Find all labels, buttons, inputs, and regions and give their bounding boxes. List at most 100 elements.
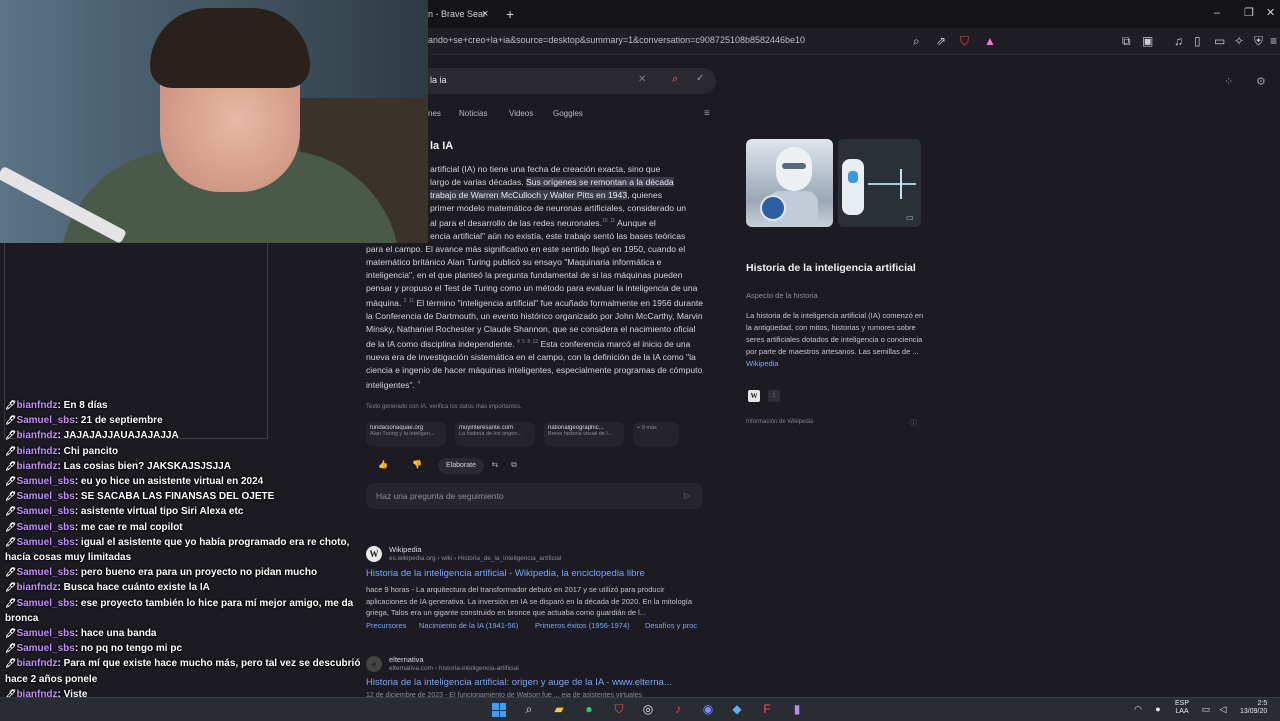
- sitelink[interactable]: Desafíos y proc: [645, 621, 697, 630]
- wikipedia-link[interactable]: Wikipedia: [746, 359, 779, 368]
- screenshot-icon[interactable]: ▣: [1142, 33, 1153, 49]
- chat-username[interactable]: Samuel_sbs: [16, 598, 74, 609]
- chat-username[interactable]: bianfndz: [16, 446, 57, 457]
- extensions-icon[interactable]: ⧉: [1122, 33, 1131, 49]
- source-card[interactable]: muyinteresante.com La historia de los ori…: [455, 422, 535, 446]
- chat-text: Chi pancito: [63, 445, 119, 457]
- sitelink[interactable]: Primeros éxitos (1956-1974): [535, 621, 630, 630]
- tab-news[interactable]: Noticias: [459, 109, 487, 118]
- tab-videos[interactable]: Videos: [509, 109, 533, 118]
- share-icon[interactable]: ⇗: [936, 33, 946, 49]
- brave-rewards-icon[interactable]: ▲: [984, 33, 996, 49]
- chat-username[interactable]: Samuel_sbs: [16, 506, 74, 517]
- chat-message: 🖊bianfndz: Chi pancito: [5, 444, 365, 459]
- chat-username[interactable]: Samuel_sbs: [16, 522, 74, 533]
- tab-close-icon[interactable]: ×: [482, 2, 488, 26]
- minimize-button[interactable]: –: [1214, 4, 1220, 22]
- brave-icon[interactable]: ⛉: [611, 701, 627, 717]
- tiktok-icon[interactable]: ♪: [670, 701, 686, 717]
- chat-username[interactable]: Samuel_sbs: [16, 415, 74, 426]
- chat-username[interactable]: Samuel_sbs: [16, 491, 74, 502]
- chat-text: Las cosias bien? JAKSKAJSJSJJA: [63, 460, 231, 472]
- search-icon[interactable]: ⌕: [521, 701, 537, 717]
- source-card[interactable]: nationalgeographic... Breve historia visu…: [544, 422, 624, 446]
- sidebar-icon[interactable]: ▯: [1194, 33, 1201, 49]
- volume-icon[interactable]: ◁: [1215, 701, 1231, 717]
- result-title-link[interactable]: Historia de la inteligencia artificial -…: [366, 568, 645, 579]
- search-icon[interactable]: ⌕: [672, 73, 678, 86]
- thumbs-up-icon[interactable]: 👍: [372, 460, 394, 472]
- voice-assistant-image[interactable]: ▭: [838, 139, 921, 227]
- discord-icon[interactable]: ◉: [700, 701, 716, 717]
- source-icon[interactable]: ⁞: [768, 390, 780, 402]
- restore-button[interactable]: ❐: [1244, 4, 1254, 22]
- chat-username[interactable]: bianfndz: [16, 400, 57, 411]
- chat-message: 🖊bianfndz: Las cosias bien? JAKSKAJSJSJJ…: [5, 459, 365, 474]
- url-text[interactable]: ando+se+creo+la+ia&source=desktop&summar…: [428, 35, 805, 45]
- chat-badge-icon: 🖊: [5, 582, 17, 593]
- robot-image[interactable]: [746, 139, 833, 227]
- chat-badge-icon: 🖊: [5, 536, 17, 547]
- file-explorer-icon[interactable]: ▰: [551, 701, 567, 717]
- new-tab-button[interactable]: +: [506, 2, 514, 26]
- check-icon[interactable]: ✓: [696, 73, 704, 84]
- gear-icon[interactable]: ⚙: [1256, 75, 1266, 88]
- followup-input[interactable]: Haz una pregunta de seguimiento: [376, 491, 504, 501]
- result-url[interactable]: es.wikipedia.org › wiki › Historia_de_la…: [389, 555, 561, 562]
- chat-username[interactable]: Samuel_sbs: [16, 567, 74, 578]
- source-card[interactable]: fundacionaquae.org Alan Turing y la intel…: [366, 422, 446, 446]
- wifi-icon[interactable]: ◠: [1130, 701, 1146, 717]
- chat-text: no pq no tengo mi pc: [80, 643, 183, 655]
- search-input[interactable]: la ia: [430, 75, 447, 85]
- info-icon[interactable]: ⓘ: [910, 418, 917, 428]
- result-title-link[interactable]: Historia de la inteligencia artificial: …: [366, 677, 672, 688]
- wikipedia-icon[interactable]: W: [748, 390, 760, 402]
- vpn-icon[interactable]: ⛨: [1254, 33, 1263, 49]
- elaborate-button[interactable]: Elaborate: [438, 458, 484, 474]
- wallet-icon[interactable]: ▭: [1214, 33, 1225, 49]
- chat-username[interactable]: bianfndz: [16, 582, 57, 593]
- windows-start-icon[interactable]: [492, 703, 506, 717]
- chat-badge-icon: 🖊: [5, 521, 17, 532]
- sitelink[interactable]: Precursores: [366, 621, 406, 630]
- chat-username[interactable]: Samuel_sbs: [16, 628, 74, 639]
- close-window-button[interactable]: ✕: [1266, 4, 1275, 22]
- chat-username[interactable]: Samuel_sbs: [16, 537, 74, 548]
- filter-icon[interactable]: ≡: [704, 108, 710, 119]
- tab-brave-search[interactable]: n - Brave Sear: [428, 2, 500, 26]
- chat-username[interactable]: bianfndz: [16, 430, 57, 441]
- gallery-icon[interactable]: ▭: [906, 213, 914, 222]
- app-icon[interactable]: ◆: [729, 701, 745, 717]
- chat-username[interactable]: Samuel_sbs: [16, 476, 74, 487]
- clock[interactable]: 2:5 13/09/20: [1240, 700, 1267, 716]
- chat-message: 🖊Samuel_sbs: igual el asistente que yo h…: [5, 535, 365, 565]
- chat-message: 🖊Samuel_sbs: pero bueno era para un proy…: [5, 565, 365, 580]
- apps-grid-icon[interactable]: ⁘: [1224, 75, 1233, 88]
- copy-icon[interactable]: ⧉: [503, 460, 525, 472]
- tf-icon[interactable]: F: [759, 701, 775, 717]
- music-icon[interactable]: ♫: [1174, 33, 1183, 49]
- result-url[interactable]: elternativa.com › historia-inteligencia-…: [389, 665, 519, 672]
- chat-username[interactable]: bianfndz: [16, 461, 57, 472]
- send-icon[interactable]: ▷: [684, 491, 690, 500]
- tab-images[interactable]: nes: [428, 109, 441, 118]
- menu-icon[interactable]: ≡: [1270, 33, 1277, 49]
- thumbs-down-icon[interactable]: 👎: [406, 460, 428, 472]
- clear-search-icon[interactable]: ✕: [638, 74, 646, 85]
- chat-username[interactable]: bianfndz: [16, 658, 57, 669]
- display-icon[interactable]: ▭: [1198, 701, 1214, 717]
- twitch-icon[interactable]: ▮: [789, 701, 805, 717]
- mic-icon[interactable]: ●: [1150, 701, 1166, 717]
- obs-icon[interactable]: ◎: [640, 701, 656, 717]
- zoom-icon[interactable]: ⌕: [913, 33, 920, 49]
- sitelink[interactable]: Nacimiento de la IA (1941-56): [419, 621, 518, 630]
- tab-goggles[interactable]: Goggles: [553, 109, 583, 118]
- leo-ai-icon[interactable]: ✧: [1234, 33, 1244, 49]
- knowledge-panel-title[interactable]: Historia de la inteligencia artificial: [746, 262, 916, 275]
- chat-username[interactable]: Samuel_sbs: [16, 643, 74, 654]
- more-sources-card[interactable]: + 9 más: [633, 422, 679, 446]
- spotify-icon[interactable]: ●: [581, 701, 597, 717]
- brave-shields-icon[interactable]: ⛉: [960, 33, 969, 49]
- chat-text: hace una banda: [80, 628, 157, 640]
- language-indicator[interactable]: ESP LAA: [1175, 700, 1189, 716]
